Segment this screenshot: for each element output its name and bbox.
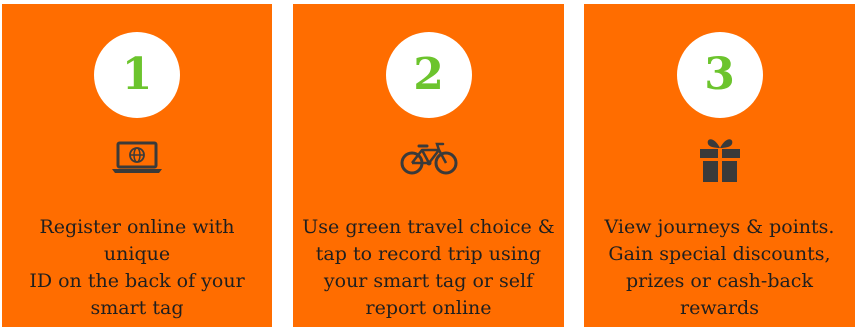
step-number-circle: 2 — [385, 32, 472, 118]
step-number: 1 — [121, 49, 153, 100]
bicycle-icon — [399, 140, 459, 176]
step-1-panel: 1 Register online with unique ID on the … — [2, 4, 272, 327]
step-number: 3 — [704, 49, 735, 100]
step-3-panel: 3 View journeys & points. Gain special d… — [584, 4, 855, 327]
step-description: View journeys & points. Gain special dis… — [604, 216, 835, 319]
step-number: 2 — [413, 49, 444, 100]
step-number-circle: 1 — [94, 32, 180, 118]
laptop-globe-icon — [109, 140, 165, 176]
step-2-panel: 2 Use green travel choice & tap to recor… — [293, 4, 564, 327]
step-description: Use green travel choice & tap to record … — [302, 216, 555, 319]
gift-icon — [698, 134, 742, 184]
step-description: Register online with unique ID on the ba… — [29, 216, 245, 319]
step-number-circle: 3 — [676, 32, 763, 118]
